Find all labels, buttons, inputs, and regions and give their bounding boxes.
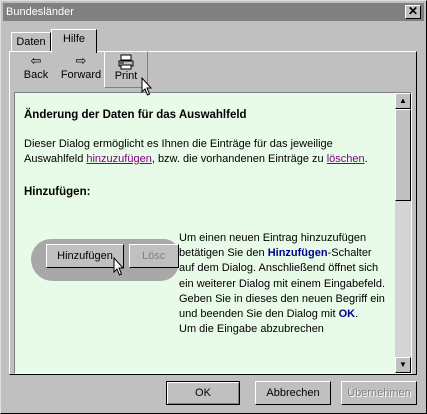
scroll-thumb[interactable] [395, 109, 411, 201]
illustration-add-button: Hinzufügen Lösc [31, 239, 181, 281]
help-heading: Änderung der Daten für das Auswahlfeld [24, 109, 247, 121]
subheading-hinzufuegen: Hinzufügen: [24, 186, 91, 198]
scroll-up-button[interactable]: ▲ [395, 93, 411, 109]
body-text-4: Um die Eingabe abzubrechen [179, 323, 324, 336]
apply-button[interactable]: Übernehmen [341, 381, 417, 405]
add-instructions: Um einen neuen Eintrag hinzuzufügen betä… [179, 231, 389, 337]
vertical-scrollbar[interactable]: ▲ ▼ [395, 93, 411, 373]
body-bold-ok: OK [338, 308, 356, 321]
back-button[interactable]: ⇦ Back [14, 53, 58, 87]
scroll-down-button[interactable]: ▼ [395, 357, 411, 373]
link-hinzufuegen[interactable]: hinzuzufügen [86, 153, 151, 165]
link-loeschen[interactable]: löschen [327, 153, 365, 165]
intro-text-3: . [364, 153, 368, 165]
body-text-3: . [355, 308, 359, 321]
cancel-button[interactable]: Abbrechen [255, 381, 331, 405]
arrow-right-icon: ⇨ [75, 53, 87, 68]
print-label: Print [114, 70, 138, 82]
intro-text-2: , bzw. die vorhandenen Einträge zu [151, 153, 327, 165]
mouse-cursor-icon [141, 77, 153, 96]
arrow-left-icon: ⇦ [30, 53, 42, 68]
window-title: Bundesländer [6, 6, 74, 18]
forward-label: Forward [60, 69, 102, 81]
ok-button[interactable]: OK [166, 381, 240, 405]
back-label: Back [23, 69, 49, 81]
illustration-delete-button-label: Lösc [129, 244, 179, 268]
printer-icon [105, 54, 147, 70]
body-bold-hinzufuegen: Hinzufügen [267, 247, 328, 260]
tab-daten[interactable]: Daten [11, 32, 51, 52]
intro-paragraph: Dieser Dialog ermöglicht es Ihnen die Ei… [24, 137, 394, 167]
tab-hilfe[interactable]: Hilfe [51, 29, 97, 53]
help-content-pane[interactable]: Änderung der Daten für das Auswahlfeld D… [14, 92, 412, 374]
close-button[interactable]: ✕ [405, 5, 421, 19]
illustration-cursor-icon [113, 257, 125, 276]
title-bar: Bundesländer ✕ [3, 3, 424, 21]
forward-button[interactable]: ⇨ Forward [58, 53, 104, 87]
